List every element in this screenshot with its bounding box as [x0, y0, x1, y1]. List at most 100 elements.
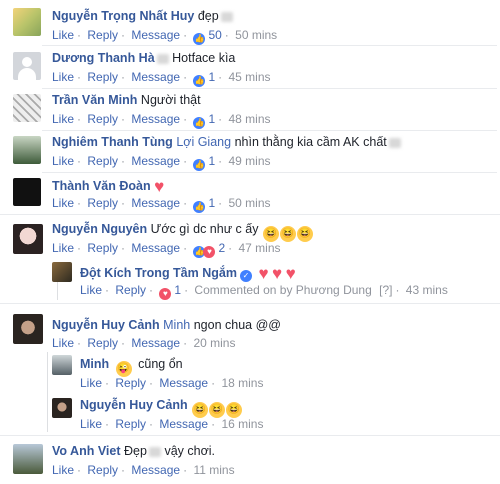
reply-button[interactable]: Reply [87, 463, 118, 477]
message-button[interactable]: Message [131, 196, 180, 210]
message-button[interactable]: Message [159, 376, 208, 390]
timestamp[interactable]: 20 mins [193, 336, 235, 350]
timestamp[interactable]: 50 mins [228, 196, 270, 210]
message-button[interactable]: Message [131, 154, 180, 168]
love-reaction-icon[interactable]: ♥ [203, 246, 216, 258]
timestamp[interactable]: 18 mins [221, 376, 263, 390]
reaction-count[interactable]: 2 [218, 241, 225, 255]
reaction-count[interactable]: 1 [174, 283, 181, 297]
like-button[interactable]: Like [52, 154, 74, 168]
heart-emoji-icon: ♥ [285, 264, 296, 283]
like-button[interactable]: Like [52, 112, 74, 126]
commenter-name[interactable]: Nguyễn Huy Cảnh [52, 318, 160, 332]
message-button[interactable]: Message [131, 336, 180, 350]
timestamp[interactable]: 11 mins [193, 463, 234, 477]
commenter-name[interactable]: Trần Văn Minh [52, 93, 137, 107]
message-button[interactable]: Message [131, 70, 180, 84]
heart-emoji-icon: ♥ [154, 177, 165, 196]
comment-text-line: Nguyễn Huy Cảnh 😆 😆 😆 [80, 398, 243, 418]
comment-text-line: Đột Kích Trong Tầm Ngắm ✓ ♥ ♥ ♥ [80, 264, 296, 284]
reply-button[interactable]: Reply [115, 376, 146, 390]
commenter-name[interactable]: Dương Thanh Hà [52, 51, 155, 65]
timestamp[interactable]: 47 mins [238, 241, 280, 255]
reply-button[interactable]: Reply [87, 336, 118, 350]
message-button[interactable]: Message [131, 241, 180, 255]
timestamp[interactable]: 16 mins [221, 417, 263, 431]
like-button[interactable]: Like [80, 417, 102, 431]
like-reaction-icon[interactable]: 👍 [193, 117, 206, 129]
reaction-count[interactable]: 1 [208, 154, 215, 168]
avatar[interactable] [52, 262, 72, 282]
like-button[interactable]: Like [52, 28, 74, 42]
tagged-user[interactable]: Minh [163, 318, 190, 332]
blurred-text [388, 137, 401, 148]
timestamp[interactable]: 49 mins [228, 154, 270, 168]
timestamp[interactable]: 43 mins [406, 283, 448, 297]
avatar[interactable] [13, 178, 41, 206]
comment-actions: Like · Reply · Message · 16 mins [80, 417, 264, 431]
reply-button[interactable]: Reply [87, 154, 118, 168]
reply-button[interactable]: Reply [87, 28, 118, 42]
comment-text-line: Thành Văn Đoàn ♥ [52, 177, 164, 197]
timestamp[interactable]: 50 mins [235, 28, 277, 42]
avatar[interactable] [13, 136, 41, 164]
timestamp[interactable]: 45 mins [228, 70, 270, 84]
avatar[interactable] [13, 224, 43, 254]
comment-text-line: Minh 😜 cũng ổn [80, 357, 183, 377]
like-button[interactable]: Like [52, 196, 74, 210]
message-button[interactable]: Message [131, 112, 180, 126]
reply-button[interactable]: Reply [87, 112, 118, 126]
avatar[interactable] [13, 444, 43, 474]
like-reaction-icon[interactable]: 👍 [193, 159, 206, 171]
like-button[interactable]: Like [52, 463, 74, 477]
commenter-name[interactable]: Nghiêm Thanh Tùng [52, 135, 173, 149]
like-reaction-icon[interactable]: 👍 [193, 33, 206, 45]
reaction-count[interactable]: 1 [208, 112, 215, 126]
avatar[interactable] [13, 52, 41, 80]
reaction-count[interactable]: 1 [208, 70, 215, 84]
commenter-name[interactable]: Nguyễn Trọng Nhất Huy [52, 9, 194, 23]
reaction-count[interactable]: 1 [208, 196, 215, 210]
like-button[interactable]: Like [52, 241, 74, 255]
avatar[interactable] [52, 398, 72, 418]
commenter-name[interactable]: Vo Anh Viet [52, 444, 121, 458]
like-button[interactable]: Like [80, 376, 102, 390]
comment-text-line: Nguyễn Nguyên Ước gì dc như c ấy 😆 😆 😆 [52, 222, 313, 242]
commenter-name[interactable]: Nguyễn Nguyên [52, 222, 147, 236]
avatar[interactable] [13, 314, 43, 344]
commenter-name[interactable]: Nguyễn Huy Cảnh [80, 398, 188, 412]
reply-button[interactable]: Reply [115, 283, 146, 297]
reply-button[interactable]: Reply [115, 417, 146, 431]
like-reaction-icon[interactable]: 👍 [193, 75, 206, 87]
love-reaction-icon[interactable]: ♥ [159, 288, 172, 300]
comment-text: Hotface kìa [172, 51, 236, 65]
commenter-name[interactable]: Đột Kích Trong Tầm Ngắm [80, 266, 237, 280]
avatar[interactable] [52, 355, 72, 375]
comment-actions: Like · Reply · Message · 20 mins [52, 336, 236, 350]
comment-text-line: Nghiêm Thanh Tùng Lợi Giang nhìn thằng k… [52, 135, 401, 149]
tagged-user[interactable]: Lợi Giang [176, 135, 231, 149]
commenter-name[interactable]: Thành Văn Đoàn [52, 179, 151, 193]
comment-text: nhìn thằng kia cầm AK chất [234, 135, 387, 149]
timestamp[interactable]: 48 mins [228, 112, 270, 126]
like-button[interactable]: Like [80, 283, 102, 297]
comment-text: đẹp [197, 9, 219, 23]
reply-button[interactable]: Reply [87, 70, 118, 84]
like-button[interactable]: Like [52, 336, 74, 350]
reply-button[interactable]: Reply [87, 241, 118, 255]
comment-text-line: Vo Anh Viet Đẹp vậy chơi. [52, 444, 215, 458]
commenter-name[interactable]: Minh [80, 357, 109, 371]
laughing-emoji-icon: 😆 [279, 226, 296, 242]
message-button[interactable]: Message [159, 417, 208, 431]
comment-actions: Like · Reply · ♥ 1 · Commented on by Phương … [80, 283, 448, 300]
flag-link[interactable]: [?] [379, 283, 392, 297]
reply-button[interactable]: Reply [87, 196, 118, 210]
like-reaction-icon[interactable]: 👍 [193, 201, 206, 213]
reaction-count[interactable]: 50 [208, 28, 221, 42]
avatar[interactable] [13, 8, 41, 36]
message-button[interactable]: Message [131, 463, 180, 477]
avatar[interactable] [13, 94, 41, 122]
like-button[interactable]: Like [52, 70, 74, 84]
message-button[interactable]: Message [131, 28, 180, 42]
wink-emoji-icon: 😜 [115, 361, 132, 377]
